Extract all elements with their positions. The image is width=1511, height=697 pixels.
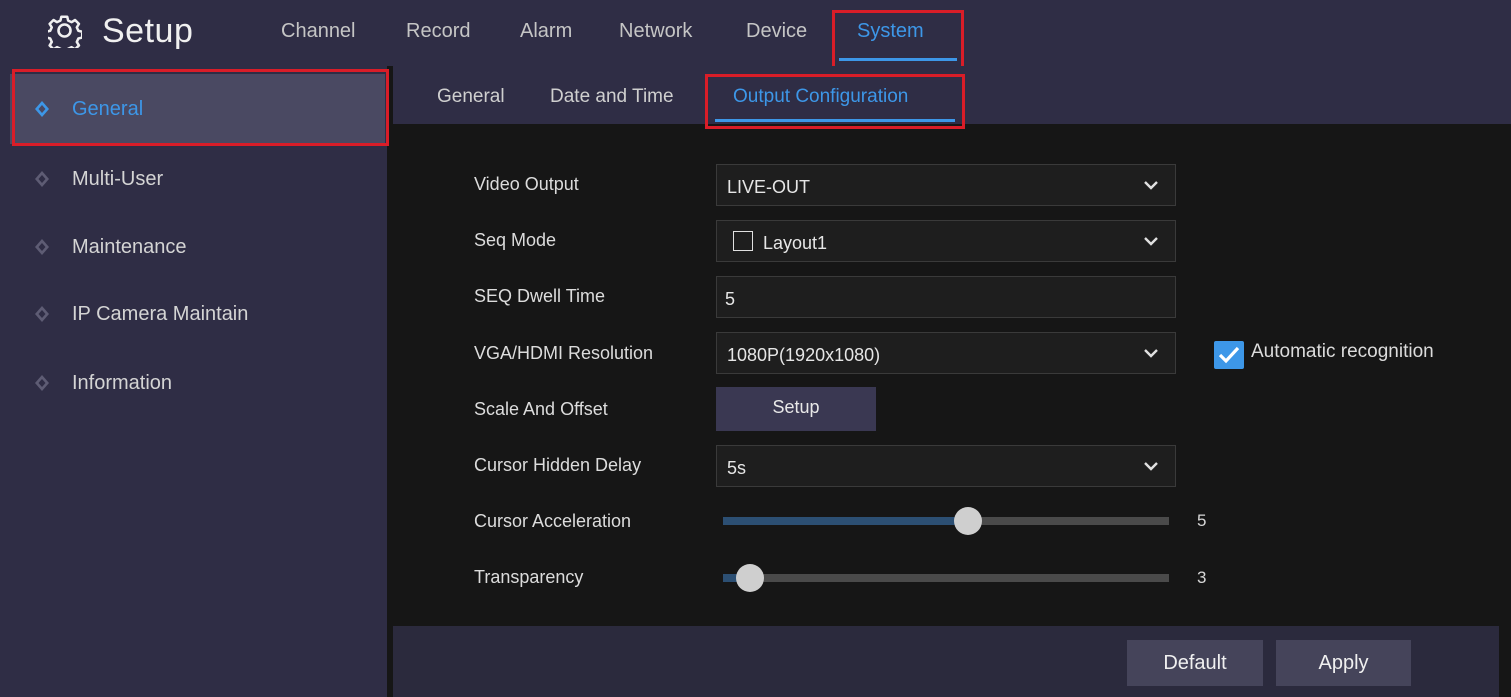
sidebar-item-general[interactable]: General: [10, 74, 385, 144]
app-logo: Setup: [48, 14, 193, 48]
diamond-icon: [35, 239, 49, 255]
sidebar-item-label: IP Camera Maintain: [72, 302, 249, 325]
resolution-label: VGA/HDMI Resolution: [474, 343, 654, 363]
nav-system[interactable]: System: [857, 18, 924, 44]
slider-handle[interactable]: [735, 564, 764, 592]
transparency-value: 3: [1197, 568, 1207, 587]
diamond-icon: [35, 306, 49, 322]
cursor-acceleration-label: Cursor Acceleration: [474, 511, 632, 531]
checkmark-icon: [1218, 346, 1240, 364]
seq-mode-value: Layout1: [763, 233, 828, 253]
resolution-select[interactable]: 1080P(1920x1080): [716, 332, 1176, 374]
sidebar-item-label: Maintenance: [72, 235, 187, 258]
nav-alarm[interactable]: Alarm: [520, 18, 572, 44]
cursor-hidden-delay-select[interactable]: 5s: [716, 445, 1176, 487]
sidebar-item-information[interactable]: Information: [10, 348, 385, 418]
sidebar-item-label: General: [72, 97, 144, 120]
nav-active-underline: [839, 58, 957, 61]
slider-fill: [723, 517, 969, 525]
apply-button[interactable]: Apply: [1276, 640, 1411, 686]
automatic-recognition-checkbox[interactable]: [1214, 341, 1244, 369]
seq-dwell-time-input[interactable]: 5: [716, 276, 1176, 318]
sidebar-item-multi-user[interactable]: Multi-User: [10, 144, 385, 214]
transparency-label: Transparency: [474, 567, 584, 587]
cursor-acceleration-value: 5: [1197, 511, 1207, 530]
seq-mode-checkbox[interactable]: [733, 231, 753, 251]
sub-tab-bar: General Date and Time Output Configurati…: [393, 66, 1511, 124]
video-output-value: LIVE-OUT: [727, 177, 811, 197]
video-output-select[interactable]: LIVE-OUT: [716, 164, 1176, 206]
diamond-icon: [35, 171, 49, 187]
tab-active-underline: [715, 119, 955, 122]
resolution-value: 1080P(1920x1080): [727, 345, 881, 365]
seq-mode-label: Seq Mode: [474, 230, 557, 250]
seq-mode-select[interactable]: Layout1: [716, 220, 1176, 262]
nav-channel[interactable]: Channel: [281, 18, 356, 44]
nav-device[interactable]: Device: [746, 18, 807, 44]
video-output-label: Video Output: [474, 174, 579, 194]
cursor-hidden-delay-value: 5s: [727, 458, 747, 478]
seq-dwell-time-label: SEQ Dwell Time: [474, 286, 606, 306]
chevron-down-icon: [1144, 462, 1158, 471]
chevron-down-icon: [1144, 181, 1158, 190]
sidebar-item-label: Information: [72, 371, 173, 394]
app-title: Setup: [102, 12, 194, 50]
nav-network[interactable]: Network: [619, 18, 692, 44]
tab-output-configuration[interactable]: Output Configuration: [733, 86, 908, 108]
chevron-down-icon: [1144, 237, 1158, 246]
slider-handle[interactable]: [954, 507, 983, 535]
tab-general[interactable]: General: [437, 86, 505, 108]
sidebar-item-label: Multi-User: [72, 167, 164, 190]
tab-date-and-time[interactable]: Date and Time: [550, 86, 674, 108]
cursor-acceleration-slider[interactable]: [723, 507, 1169, 535]
chevron-down-icon: [1144, 349, 1158, 358]
seq-dwell-time-value: 5: [725, 289, 736, 309]
gear-icon: [48, 15, 82, 48]
nav-record[interactable]: Record: [406, 18, 470, 44]
automatic-recognition-label: Automatic recognition: [1251, 341, 1434, 362]
scale-offset-label: Scale And Offset: [474, 399, 608, 419]
top-nav-bar: Setup Channel Record Alarm Network Devic…: [0, 0, 1511, 66]
scale-offset-setup-button[interactable]: Setup: [716, 387, 876, 431]
diamond-icon: [35, 101, 49, 117]
transparency-slider[interactable]: [723, 564, 1169, 592]
sidebar-item-ip-camera-maintain[interactable]: IP Camera Maintain: [10, 279, 385, 349]
diamond-icon: [35, 375, 49, 391]
cursor-hidden-delay-label: Cursor Hidden Delay: [474, 455, 642, 475]
default-button[interactable]: Default: [1127, 640, 1263, 686]
sidebar-item-maintenance[interactable]: Maintenance: [10, 212, 385, 282]
